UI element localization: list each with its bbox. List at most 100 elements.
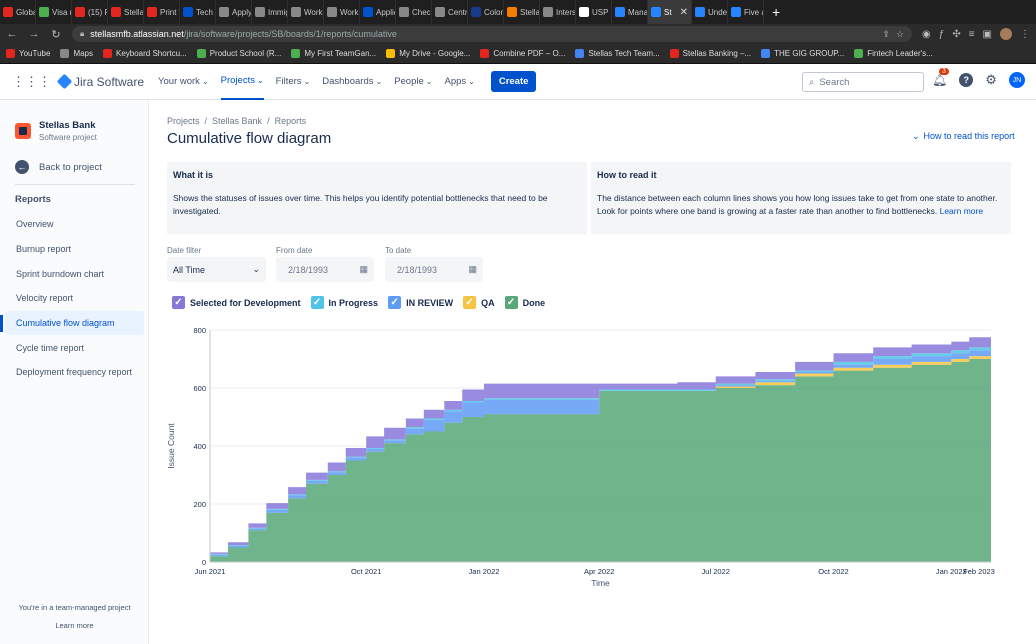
bookmark-item[interactable]: Product School (R... bbox=[196, 49, 281, 58]
browser-tab[interactable]: Five a bbox=[728, 0, 764, 24]
legend-item[interactable]: ✓ Selected for Development bbox=[172, 296, 301, 309]
browser-tab[interactable]: Immig bbox=[252, 0, 288, 24]
sidepanel-icon[interactable]: ▣ bbox=[983, 29, 992, 40]
legend-item[interactable]: ✓ In Progress bbox=[310, 296, 379, 309]
bookmark-item[interactable]: Stellas Tech Team... bbox=[575, 49, 660, 58]
browser-tab[interactable]: Tech t bbox=[180, 0, 216, 24]
browser-tab[interactable]: Centr bbox=[432, 0, 468, 24]
browser-tab[interactable]: Stella bbox=[108, 0, 144, 24]
sidebar-item-cycle-time-report[interactable]: Cycle time report bbox=[5, 335, 144, 360]
profile-avatar[interactable] bbox=[1000, 28, 1012, 40]
search-input[interactable]: ⌕ Search bbox=[802, 72, 924, 92]
create-button[interactable]: Create bbox=[490, 71, 537, 92]
browser-tab[interactable]: Work bbox=[288, 0, 324, 24]
nav-projects[interactable]: Projects ⌄ bbox=[220, 64, 264, 100]
from-date-field[interactable]: 2/18/1993 ▦ bbox=[276, 257, 374, 282]
browser-tab[interactable]: Print V bbox=[144, 0, 180, 24]
calendar-icon[interactable]: ▦ bbox=[359, 264, 368, 275]
bookmark-item[interactable]: Stellas Banking –... bbox=[669, 49, 751, 58]
to-date-field[interactable]: 2/18/1993 ▦ bbox=[385, 257, 483, 282]
browser-tab[interactable]: Apply bbox=[216, 0, 252, 24]
browser-tab[interactable]: Colon bbox=[468, 0, 504, 24]
extension-f-icon[interactable]: ƒ bbox=[939, 29, 945, 40]
browser-tab[interactable]: Globa bbox=[0, 0, 36, 24]
bookmark-favicon-icon bbox=[6, 49, 15, 58]
date-filter-select[interactable]: All Time ⌄ bbox=[167, 257, 266, 282]
legend-item[interactable]: ✓ Done bbox=[504, 296, 545, 309]
bookmark-item[interactable]: My Drive - Google... bbox=[386, 49, 470, 58]
forward-arrow-icon[interactable]: → bbox=[28, 28, 40, 40]
share-icon[interactable]: ⇪ bbox=[882, 29, 890, 40]
browser-tab[interactable]: Under bbox=[692, 0, 728, 24]
address-bar[interactable]: 🔒︎ stellasmfb.atlassian.net/jira/softwar… bbox=[72, 26, 913, 42]
tab-favicon-icon bbox=[363, 7, 373, 17]
menu-icon[interactable]: ⋮ bbox=[1020, 29, 1030, 40]
jira-logo[interactable]: Jira Software bbox=[56, 73, 144, 90]
legend-label: In Progress bbox=[328, 297, 379, 308]
calendar-icon[interactable]: ▦ bbox=[468, 264, 477, 275]
checkbox-icon[interactable]: ✓ bbox=[310, 296, 324, 309]
sidebar-item-deployment-frequency-report[interactable]: Deployment frequency report bbox=[5, 360, 144, 385]
extension-icon[interactable]: ◉ bbox=[922, 29, 931, 40]
browser-tab[interactable]: Mana bbox=[612, 0, 648, 24]
bookmark-item[interactable]: YouTube bbox=[6, 49, 50, 58]
new-tab-button[interactable]: + bbox=[764, 4, 788, 20]
nav-dashboards[interactable]: Dashboards ⌄ bbox=[322, 64, 382, 100]
notifications-bell-icon[interactable]: 🔔︎ 3 bbox=[932, 68, 949, 87]
bookmark-item[interactable]: Fintech Leader's... bbox=[854, 49, 933, 58]
sidebar-item-cumulative-flow-diagram[interactable]: Cumulative flow diagram bbox=[0, 310, 144, 336]
learn-more-link[interactable]: Learn more bbox=[940, 206, 983, 216]
browser-tab[interactable]: Check bbox=[396, 0, 432, 24]
reload-icon[interactable]: ↻ bbox=[50, 28, 62, 41]
browser-tab[interactable]: Work bbox=[324, 0, 360, 24]
reading-list-icon[interactable]: ≡ bbox=[969, 29, 975, 40]
learn-more-link[interactable]: Learn more bbox=[0, 621, 149, 630]
breadcrumb-link[interactable]: Reports bbox=[275, 116, 307, 126]
user-avatar[interactable]: JN bbox=[1008, 72, 1025, 88]
breadcrumb-link[interactable]: Stellas Bank bbox=[212, 116, 262, 126]
bookmark-favicon-icon bbox=[480, 49, 490, 58]
sidebar-item-overview[interactable]: Overview bbox=[5, 212, 144, 237]
project-header[interactable]: Stellas Bank Software project bbox=[15, 120, 97, 142]
sidebar-item-sprint-burndown-chart[interactable]: Sprint burndown chart bbox=[5, 261, 144, 286]
checkbox-icon[interactable]: ✓ bbox=[504, 296, 518, 309]
nav-people[interactable]: People ⌄ bbox=[394, 64, 432, 100]
back-to-project-link[interactable]: ← Back to project bbox=[15, 160, 102, 174]
sidebar-item-velocity-report[interactable]: Velocity report bbox=[5, 286, 144, 311]
star-icon[interactable]: ☆ bbox=[896, 29, 904, 40]
tab-label: Inters bbox=[556, 7, 576, 17]
checkbox-icon[interactable]: ✓ bbox=[463, 296, 477, 309]
checkbox-icon[interactable]: ✓ bbox=[172, 296, 185, 309]
close-tab-icon[interactable]: ✕ bbox=[680, 7, 688, 18]
bookmark-item[interactable]: THE GIG GROUP... bbox=[761, 49, 844, 58]
nav-your-work[interactable]: Your work ⌄ bbox=[158, 64, 209, 100]
browser-tab[interactable]: Applic bbox=[360, 0, 396, 24]
bookmark-item[interactable]: Combine PDF – O... bbox=[480, 49, 565, 58]
sidebar-item-burnup-report[interactable]: Burnup report bbox=[5, 237, 144, 262]
checkbox-icon[interactable]: ✓ bbox=[388, 296, 402, 309]
help-icon[interactable]: ? bbox=[959, 73, 974, 87]
bookmark-label: Fintech Leader's... bbox=[867, 49, 933, 58]
browser-tab[interactable]: Inters bbox=[540, 0, 576, 24]
bookmark-item[interactable]: Maps bbox=[60, 49, 93, 58]
bookmark-item[interactable]: My First TeamGan... bbox=[291, 49, 376, 58]
breadcrumb-link[interactable]: Projects bbox=[167, 116, 200, 126]
app-switcher-icon[interactable]: ⋮⋮⋮ bbox=[12, 74, 51, 90]
browser-tab[interactable]: St ✕ bbox=[648, 0, 692, 24]
nav-apps[interactable]: Apps ⌄ bbox=[444, 64, 474, 100]
puzzle-icon[interactable]: ✣ bbox=[952, 29, 960, 40]
settings-gear-icon[interactable]: ⚙ bbox=[985, 72, 997, 88]
browser-tab[interactable]: Visa r bbox=[36, 0, 72, 24]
browser-tab[interactable]: USP - bbox=[576, 0, 612, 24]
back-arrow-icon[interactable]: ← bbox=[6, 28, 18, 40]
nav-filters[interactable]: Filters ⌄ bbox=[276, 64, 311, 100]
nav-label: Dashboards bbox=[322, 76, 374, 87]
tab-favicon-icon bbox=[731, 7, 741, 17]
how-to-read-link[interactable]: ⌄ How to read this report bbox=[912, 131, 1015, 142]
browser-tab[interactable]: Stella bbox=[504, 0, 540, 24]
url-path: /jira/software/projects/SB/boards/1/repo… bbox=[183, 29, 397, 39]
legend-item[interactable]: ✓ IN REVIEW bbox=[388, 296, 453, 309]
bookmark-item[interactable]: Keyboard Shortcu... bbox=[103, 49, 187, 58]
legend-item[interactable]: ✓ QA bbox=[463, 296, 495, 309]
browser-tab[interactable]: (15) P bbox=[72, 0, 108, 24]
